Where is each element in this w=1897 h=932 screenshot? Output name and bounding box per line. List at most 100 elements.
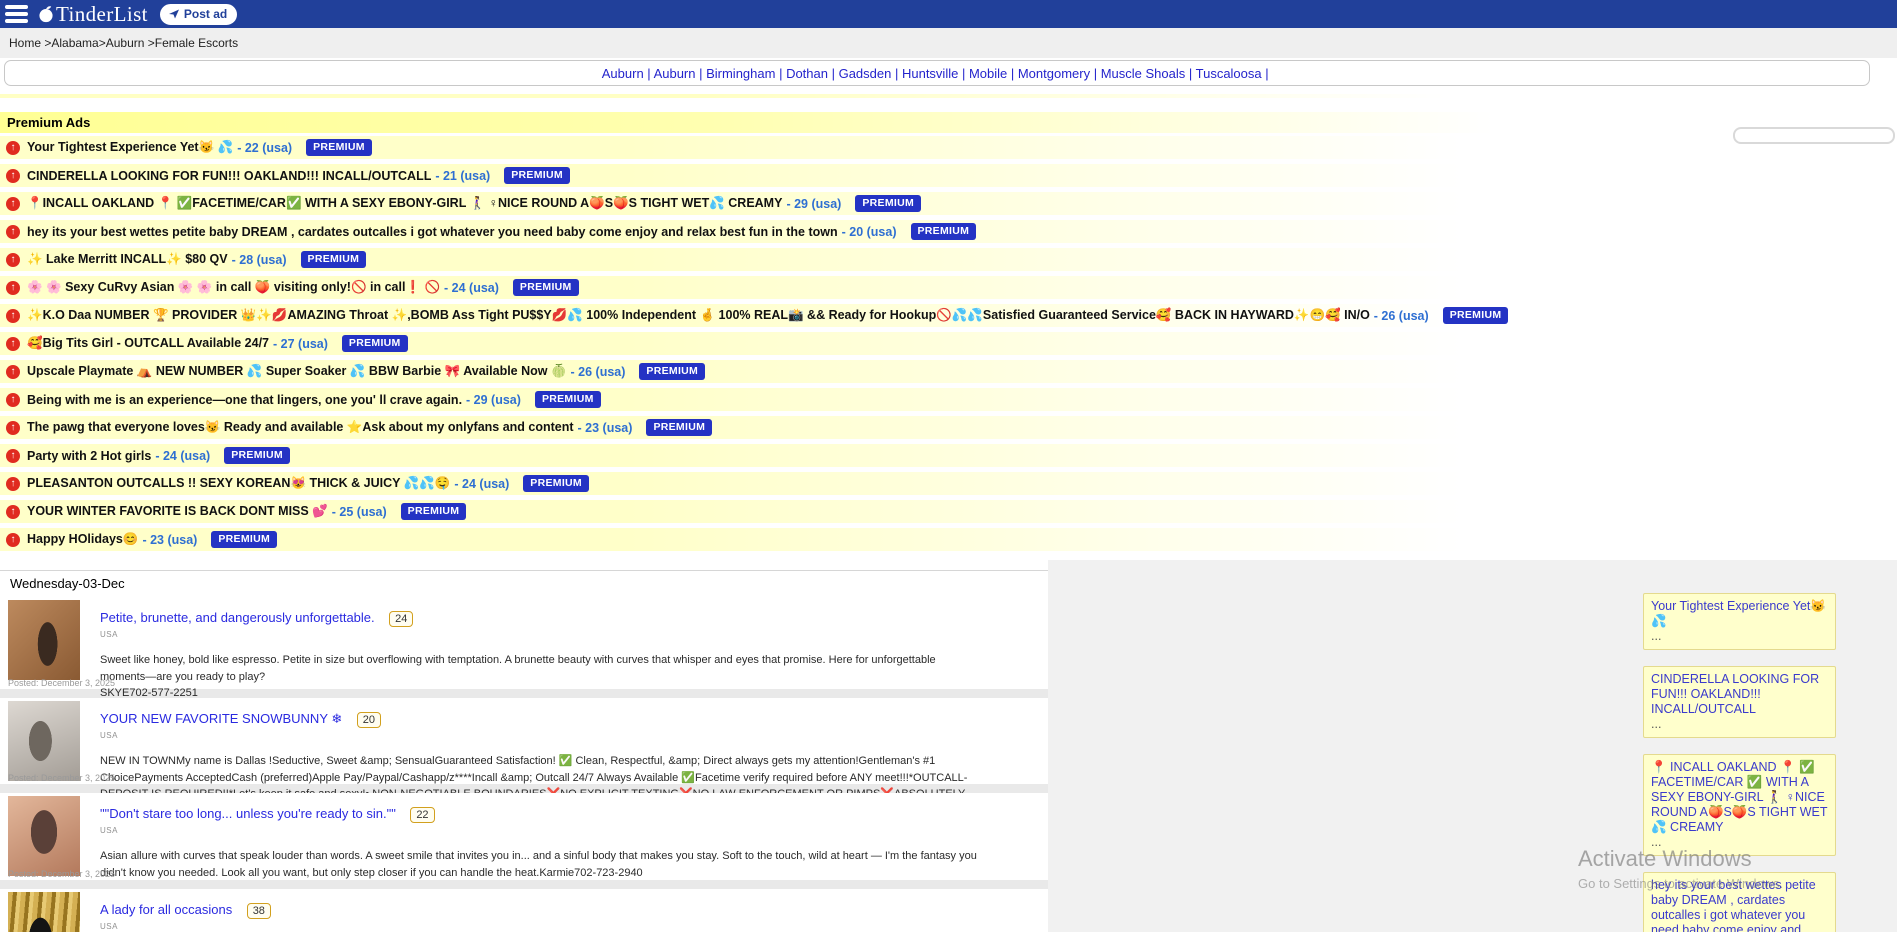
bump-up-icon: ↑ bbox=[6, 309, 20, 323]
sidebar-ad-box: CINDERELLA LOOKING FOR FUN!!! OAKLAND!!!… bbox=[1643, 666, 1836, 738]
premium-ad-title[interactable]: hey its your best wettes petite baby DRE… bbox=[27, 225, 838, 239]
tinderlist-logo[interactable]: TinderList bbox=[38, 2, 148, 27]
city-separator: | bbox=[891, 66, 902, 81]
premium-badge[interactable]: PREMIUM bbox=[535, 391, 601, 408]
search-city-bar[interactable]: Auburn | Auburn | Birmingham | Dothan | … bbox=[4, 60, 1870, 86]
listing-posted-date: Posted: December 3, 2025 bbox=[8, 678, 115, 688]
premium-ad-title[interactable]: PLEASANTON OUTCALLS !! SEXY KOREAN😻 THIC… bbox=[27, 476, 450, 491]
listing-title-link[interactable]: A lady for all occasions bbox=[100, 902, 232, 917]
city-link-dothan[interactable]: Dothan bbox=[786, 66, 828, 81]
premium-ad-title[interactable]: ✨ Lake Merritt INCALL✨ $80 QV bbox=[27, 252, 228, 267]
bump-up-icon: ↑ bbox=[6, 393, 20, 407]
premium-badge[interactable]: PREMIUM bbox=[224, 447, 290, 464]
sidebar-ad-title-link[interactable]: hey its your best wettes petite baby DRE… bbox=[1651, 878, 1828, 932]
premium-ad-title[interactable]: YOUR WINTER FAVORITE IS BACK DONT MISS 💕 bbox=[27, 504, 328, 519]
listing-content: ""Don't stare too long... unless you're … bbox=[100, 793, 1048, 881]
premium-badge[interactable]: PREMIUM bbox=[523, 475, 589, 492]
listing-country-label: USA bbox=[100, 826, 1048, 835]
premium-ad-age: - 27 (usa) bbox=[273, 337, 328, 351]
premium-ad-title[interactable]: Upscale Playmate ⛺ NEW NUMBER 💦 Super So… bbox=[27, 364, 567, 379]
premium-badge[interactable]: PREMIUM bbox=[306, 139, 372, 156]
premium-ad-title[interactable]: Your Tightest Experience Yet😼 💦 bbox=[27, 140, 233, 155]
sidebar-ad-title-link[interactable]: Your Tightest Experience Yet😼 💦 bbox=[1651, 599, 1828, 629]
premium-ad-age: - 26 (usa) bbox=[571, 365, 626, 379]
city-separator: | bbox=[958, 66, 969, 81]
paper-plane-icon bbox=[168, 8, 180, 20]
city-links: Auburn | Auburn | Birmingham | Dothan | … bbox=[602, 66, 1272, 81]
premium-ad-title[interactable]: Party with 2 Hot girls bbox=[27, 449, 151, 463]
premium-ad-row: ↑ Your Tightest Experience Yet😼 💦 - 22 (… bbox=[0, 136, 1572, 159]
premium-badge[interactable]: PREMIUM bbox=[301, 251, 367, 268]
premium-ads-list: ↑ Your Tightest Experience Yet😼 💦 - 22 (… bbox=[0, 136, 1572, 551]
premium-ad-title[interactable]: 📍INCALL OAKLAND 📍 ✅FACETIME/CAR✅ WITH A … bbox=[27, 196, 782, 211]
bump-up-icon: ↑ bbox=[6, 225, 20, 239]
listing-posted-date: Posted: December 3, 2025 bbox=[8, 773, 115, 783]
listing-title-link[interactable]: YOUR NEW FAVORITE SNOWBUNNY ❄ bbox=[100, 711, 342, 726]
premium-badge[interactable]: PREMIUM bbox=[646, 419, 712, 436]
sidebar-ad-title-link[interactable]: CINDERELLA LOOKING FOR FUN!!! OAKLAND!!!… bbox=[1651, 672, 1828, 717]
brand-name: TinderList bbox=[56, 2, 148, 27]
listing-content: A lady for all occasions 38 USA bbox=[100, 889, 1048, 931]
premium-badge[interactable]: PREMIUM bbox=[513, 279, 579, 296]
premium-ad-row: ↑ The pawg that everyone loves😼 Ready an… bbox=[0, 416, 1572, 439]
premium-badge[interactable]: PREMIUM bbox=[342, 335, 408, 352]
listing-thumbnail[interactable] bbox=[8, 892, 80, 932]
listing-age-badge: 22 bbox=[410, 807, 434, 823]
premium-ad-age: - 29 (usa) bbox=[466, 393, 521, 407]
premium-ad-title[interactable]: The pawg that everyone loves😼 Ready and … bbox=[27, 420, 574, 435]
sidebar-ad-ellipsis[interactable]: ... bbox=[1651, 717, 1828, 732]
premium-sidebar: Your Tightest Experience Yet😼 💦 ... CIND… bbox=[1643, 593, 1836, 932]
premium-badge[interactable]: PREMIUM bbox=[401, 503, 467, 520]
premium-badge[interactable]: PREMIUM bbox=[1443, 307, 1509, 324]
city-link-gadsden[interactable]: Gadsden bbox=[839, 66, 892, 81]
bump-up-icon: ↑ bbox=[6, 337, 20, 351]
listing-posted-date: Posted: December 3, 2025 bbox=[8, 869, 115, 879]
listings-column: Petite, brunette, and dangerously unforg… bbox=[0, 597, 1048, 932]
listing-thumbnail[interactable] bbox=[8, 600, 80, 680]
listing-row: ""Don't stare too long... unless you're … bbox=[0, 793, 1048, 880]
bump-up-icon: ↑ bbox=[6, 253, 20, 267]
city-link-montgomery[interactable]: Montgomery bbox=[1018, 66, 1090, 81]
post-ad-button[interactable]: Post ad bbox=[160, 4, 237, 25]
breadcrumb[interactable]: Home >Alabama>Auburn >Female Escorts bbox=[0, 28, 1897, 58]
premium-badge[interactable]: PREMIUM bbox=[639, 363, 705, 380]
scroll-pill[interactable] bbox=[1733, 127, 1895, 144]
listing-title-link[interactable]: Petite, brunette, and dangerously unforg… bbox=[100, 610, 375, 625]
premium-ad-title[interactable]: Being with me is an experience—one that … bbox=[27, 393, 462, 407]
listing-thumbnail[interactable] bbox=[8, 796, 80, 876]
premium-ad-title[interactable]: CINDERELLA LOOKING FOR FUN!!! OAKLAND!!!… bbox=[27, 169, 431, 183]
premium-badge[interactable]: PREMIUM bbox=[911, 223, 977, 240]
bump-up-icon: ↑ bbox=[6, 281, 20, 295]
city-link-auburn[interactable]: Auburn bbox=[654, 66, 696, 81]
premium-badge[interactable]: PREMIUM bbox=[855, 195, 921, 212]
premium-badge[interactable]: PREMIUM bbox=[211, 531, 277, 548]
city-link-birmingham[interactable]: Birmingham bbox=[706, 66, 775, 81]
sidebar-ad-ellipsis[interactable]: ... bbox=[1651, 629, 1828, 644]
bump-up-icon: ↑ bbox=[6, 141, 20, 155]
bump-up-icon: ↑ bbox=[6, 505, 20, 519]
premium-badge[interactable]: PREMIUM bbox=[504, 167, 570, 184]
premium-ad-title[interactable]: ✨K.O Daa NUMBER 🏆 PROVIDER 👑✨💋AMAZING Th… bbox=[27, 308, 1370, 323]
premium-ad-title[interactable]: Happy HOlidays😊 bbox=[27, 532, 138, 547]
listing-country-label: USA bbox=[100, 922, 1048, 931]
premium-ad-title[interactable]: 🥰Big Tits Girl - OUTCALL Available 24/7 bbox=[27, 336, 269, 351]
listing-age-badge: 20 bbox=[357, 712, 381, 728]
city-link-mobile[interactable]: Mobile bbox=[969, 66, 1007, 81]
premium-ads-heading: Premium Ads bbox=[0, 112, 1572, 133]
premium-ad-age: - 20 (usa) bbox=[842, 225, 897, 239]
sidebar-ad-box: hey its your best wettes petite baby DRE… bbox=[1643, 872, 1836, 932]
premium-ad-row: ↑ Party with 2 Hot girls - 24 (usa) PREM… bbox=[0, 444, 1572, 467]
city-link-auburn[interactable]: Auburn bbox=[602, 66, 644, 81]
hamburger-menu-icon[interactable] bbox=[5, 2, 28, 26]
premium-ad-age: - 25 (usa) bbox=[332, 505, 387, 519]
premium-ad-age: - 24 (usa) bbox=[454, 477, 509, 491]
city-link-muscle-shoals[interactable]: Muscle Shoals bbox=[1101, 66, 1186, 81]
city-link-huntsville[interactable]: Huntsville bbox=[902, 66, 958, 81]
premium-ad-title[interactable]: 🌸 🌸 Sexy CuRvy Asian 🌸 🌸 in call 🍑 visit… bbox=[27, 280, 440, 295]
listing-thumbnail[interactable] bbox=[8, 701, 80, 781]
sidebar-ad-ellipsis[interactable]: ... bbox=[1651, 835, 1828, 850]
sidebar-ad-title-link[interactable]: 📍 INCALL OAKLAND 📍 ✅ FACETIME/CAR ✅ WITH… bbox=[1651, 760, 1828, 835]
city-link-tuscaloosa[interactable]: Tuscaloosa bbox=[1196, 66, 1262, 81]
listing-title-link[interactable]: ""Don't stare too long... unless you're … bbox=[100, 806, 396, 821]
bump-up-icon: ↑ bbox=[6, 197, 20, 211]
